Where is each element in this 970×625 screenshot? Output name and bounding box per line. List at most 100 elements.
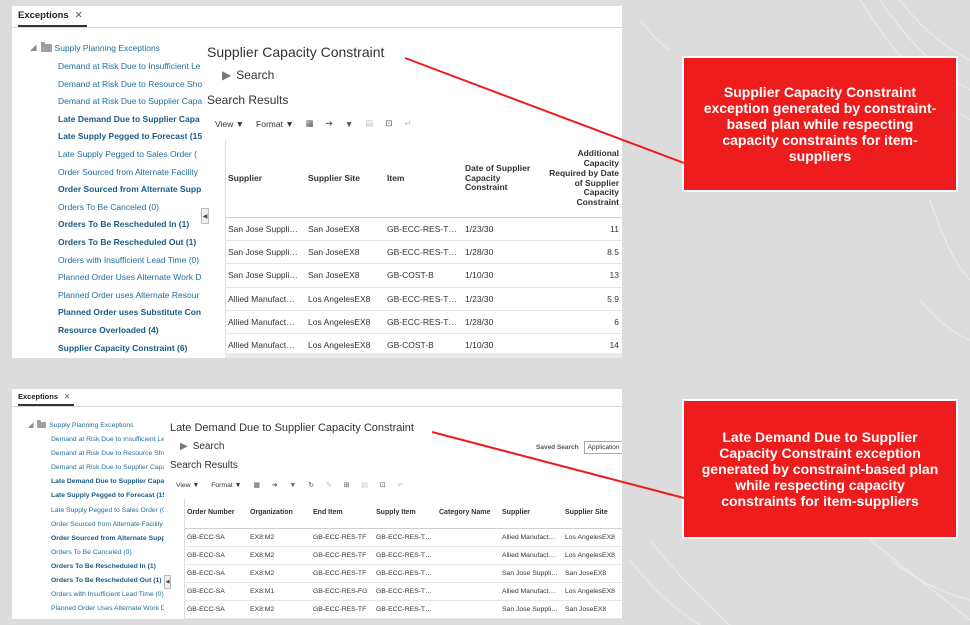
tree-item[interactable]: Planned Order uses Substitute Con — [58, 306, 204, 318]
tree-item[interactable]: Demand at Risk Due to Resource Sho — [58, 78, 204, 90]
tree-item[interactable]: Order Sourced from Alternate Facility — [58, 166, 204, 178]
table-cell: GB-ECC-RES-TF — [313, 570, 367, 577]
tree-root[interactable]: ◢ Supply Planning Exceptions — [30, 41, 160, 53]
table-row[interactable]: GB-ECC-SA EX8:M2 GB-ECC-RES-TF GB-ECC-RES-T… — [184, 601, 622, 619]
tree-item[interactable]: Order Sourced from Alternate Supp — [51, 534, 164, 544]
tree-item[interactable]: Planned Order Uses Alternate Work D — [51, 604, 164, 614]
table-row[interactable]: San Jose Suppli… San JoseEX8 GB-ECC-RES-T…… — [225, 218, 622, 242]
table-cell: 8.5 — [607, 247, 619, 258]
column-header[interactable]: Date of Supplier Capacity Constraint — [462, 140, 542, 217]
query-icon[interactable]: ⊞ — [344, 481, 350, 489]
tree-item[interactable]: Late Supply Pegged to Sales Order ( — [58, 148, 204, 160]
view-menu[interactable]: View ▼ — [176, 482, 199, 489]
view-menu[interactable]: View ▼ — [215, 119, 244, 129]
table-cell: GB-ECC-SA — [187, 534, 225, 541]
column-header[interactable]: Supply Item — [373, 499, 436, 528]
collapse-pane-icon[interactable]: ◀ — [164, 575, 171, 589]
tree-item[interactable]: Planned Order uses Alternate Resour — [58, 289, 204, 301]
search-disclosure[interactable]: ▶ Search — [180, 441, 224, 452]
table-cell: Los AngelesEX8 — [565, 588, 615, 595]
column-header[interactable]: Organization — [247, 499, 310, 528]
tree-item[interactable]: Orders To Be Canceled (0) — [51, 548, 164, 558]
tree-item[interactable]: Planned Order Uses Alternate Work D — [58, 271, 204, 283]
column-header[interactable]: End Item — [310, 499, 373, 528]
detach-icon: ▤ — [365, 118, 374, 128]
tree-item[interactable]: Order Sourced from Alternate Facility — [51, 520, 164, 530]
results-title: Search Results — [170, 460, 238, 471]
table-cell: 1/28/30 — [465, 247, 494, 258]
actions-circle-icon[interactable]: ➔ — [326, 118, 333, 129]
tree-item[interactable]: Order Sourced from Alternate Supp — [58, 183, 204, 195]
column-header[interactable]: Additional Capacity Required by Date of … — [542, 140, 622, 217]
tree-item[interactable]: Orders To Be Rescheduled In (1) — [51, 562, 164, 572]
column-header[interactable]: Order Number — [184, 499, 247, 528]
saved-search-select[interactable]: Application — [583, 441, 622, 454]
chevron-down-icon[interactable]: ▼ — [345, 119, 353, 129]
format-menu[interactable]: Format ▼ — [256, 119, 294, 129]
table-row[interactable]: San Jose Suppli… San JoseEX8 GB-COST-B 1/10… — [225, 264, 622, 288]
tree-item[interactable]: Demand at Risk Due to Insufficient Le — [51, 435, 164, 445]
column-header[interactable]: Supplier Site — [305, 140, 384, 217]
search-disclosure[interactable]: ▶ Search — [222, 68, 274, 82]
column-header[interactable]: Supplier — [499, 499, 562, 528]
export-icon[interactable]: ⊡ — [385, 118, 392, 129]
table-row[interactable]: Allied Manufact… Los AngelesEX8 GB-ECC-RES… — [225, 288, 622, 311]
chevron-down-icon[interactable]: ▼ — [290, 482, 297, 489]
detach-icon: ▤ — [361, 482, 368, 489]
tree-item[interactable]: Late Supply Pegged to Forecast (15 — [51, 491, 164, 501]
refresh-icon[interactable]: ↻ — [308, 481, 314, 489]
tree-item[interactable]: Late Supply Pegged to Forecast (15 — [58, 130, 204, 142]
results-toolbar: View ▼ Format ▼ ▦ ➔ ▼ ▤ ⊡ ↵ — [215, 118, 424, 129]
callout-late-demand: Late Demand Due to Supplier Capacity Con… — [682, 399, 958, 539]
tree-item[interactable]: Demand at Risk Due to Supplier Capa — [58, 95, 204, 107]
table-row[interactable]: GB-ECC-SA EX8:M2 GB-ECC-RES-TF GB-ECC-RES-T… — [184, 529, 622, 547]
table-cell: 11 — [610, 224, 619, 235]
freeze-columns-icon[interactable]: ▦ — [253, 481, 259, 489]
table-cell: San Jose Suppli… — [502, 570, 558, 577]
table-row[interactable]: GB-ECC-SA EX8:M1 GB-ECC-RES-FG GB-ECC-RES-T… — [184, 583, 622, 601]
expand-triangle-icon[interactable]: ◢ — [30, 42, 37, 53]
table-cell: San Jose Suppli… — [228, 224, 298, 235]
table-cell: GB-COST-B — [387, 270, 434, 281]
column-header[interactable]: Item — [384, 140, 462, 217]
table-cell: Los AngelesEX8 — [565, 534, 615, 541]
actions-circle-icon[interactable]: ➔ — [272, 481, 278, 489]
tree-item[interactable]: Demand at Risk Due to Insufficient Le — [58, 60, 204, 72]
column-header[interactable]: Category Name — [436, 499, 499, 528]
column-header[interactable]: Supplier — [225, 140, 305, 217]
tree-item[interactable]: Orders with Insufficient Lead Time (0) — [58, 254, 204, 266]
tree-item[interactable]: Late Supply Pegged to Sales Order (0 — [51, 506, 164, 516]
freeze-columns-icon[interactable]: ▦ — [306, 118, 314, 129]
tree-item[interactable]: Resource Overloaded (4) — [58, 324, 204, 336]
tree-item[interactable]: Orders To Be Rescheduled Out (1) — [58, 236, 204, 248]
table-cell: San Jose Suppli… — [228, 247, 298, 258]
export-icon[interactable]: ⊡ — [380, 481, 386, 489]
folder-icon — [37, 420, 47, 428]
table-cell: GB-ECC-RES-T… — [376, 552, 432, 559]
wrap-icon: ↵ — [397, 482, 404, 489]
tree-item[interactable]: Orders To Be Canceled (0) — [58, 201, 204, 213]
tree-item[interactable]: Demand at Risk Due to Resource Sho — [51, 449, 164, 459]
collapse-pane-icon[interactable]: ◀ — [201, 208, 209, 224]
saved-search-label: Saved Search — [536, 444, 579, 451]
tree-item[interactable]: Orders with Insufficient Lead Time (0) — [51, 590, 164, 600]
tree-item[interactable]: Demand at Risk Due to Supplier Capa — [51, 463, 164, 473]
saved-search: Saved Search Application — [536, 441, 622, 454]
tree-root[interactable]: ◢ Supply Planning Exceptions — [28, 420, 134, 429]
format-menu[interactable]: Format ▼ — [211, 482, 241, 489]
tree-item[interactable]: Orders To Be Rescheduled Out (1) — [51, 576, 164, 586]
horizontal-scrollbar[interactable] — [225, 353, 622, 358]
table-row[interactable]: Allied Manufact… Los AngelesEX8 GB-ECC-RES… — [225, 311, 622, 334]
tree-item[interactable]: Orders To Be Rescheduled In (1) — [58, 218, 204, 230]
tree-item[interactable]: Supplier Capacity Constraint (6) — [58, 342, 204, 354]
table-cell: 1/23/30 — [465, 293, 494, 304]
tree-item[interactable]: Late Demand Due to Supplier Capa — [51, 477, 164, 487]
column-header[interactable]: Supplier Site — [562, 499, 622, 528]
table-row[interactable]: GB-ECC-SA EX8:M2 GB-ECC-RES-TF GB-ECC-RES-T… — [184, 565, 622, 583]
results-title: Search Results — [207, 93, 289, 107]
search-label: Search — [236, 68, 275, 82]
expand-triangle-icon[interactable]: ◢ — [28, 421, 33, 429]
table-row[interactable]: San Jose Suppli… San JoseEX8 GB-ECC-RES-T…… — [225, 241, 622, 265]
table-row[interactable]: GB-ECC-SA EX8:M2 GB-ECC-RES-TF GB-ECC-RES-T… — [184, 547, 622, 565]
tree-item[interactable]: Late Demand Due to Supplier Capa — [58, 113, 204, 125]
